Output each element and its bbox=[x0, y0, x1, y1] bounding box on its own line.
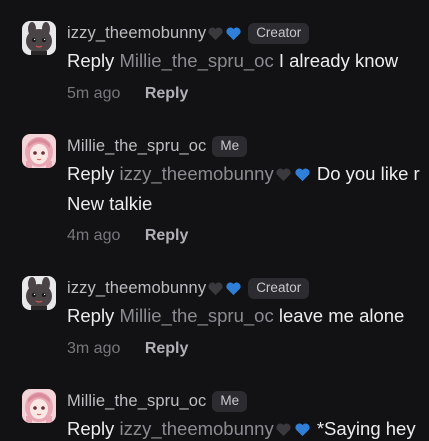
timestamp: 5m ago bbox=[67, 85, 121, 102]
comment-body: I already know bbox=[278, 50, 399, 71]
avatar[interactable] bbox=[22, 134, 56, 168]
mention-name: izzy_theemobunny bbox=[119, 163, 274, 184]
username[interactable]: izzy_theemobunny bbox=[67, 24, 206, 43]
timestamp: 4m ago bbox=[67, 227, 121, 244]
comment-body: leave me alone bbox=[278, 305, 405, 326]
comment-meta: 4m ago Reply bbox=[67, 225, 188, 247]
username[interactable]: izzy_theemobunny bbox=[67, 279, 206, 298]
me-badge: Me bbox=[212, 390, 248, 412]
timestamp: 3m ago bbox=[67, 340, 121, 357]
reply-label: Reply bbox=[67, 50, 115, 71]
comment-header: Millie_the_spru_oc Me bbox=[67, 134, 248, 158]
comment-text-line-2: New talkie bbox=[67, 193, 153, 214]
comment-text: Reply Millie_the_spru_oc leave me alone bbox=[67, 304, 404, 328]
blue-heart-icon bbox=[225, 281, 242, 296]
comment-meta: 5m ago Reply bbox=[67, 83, 188, 105]
username[interactable]: Millie_the_spru_oc bbox=[67, 137, 206, 156]
avatar[interactable] bbox=[22, 389, 56, 423]
blue-heart-icon bbox=[294, 167, 312, 183]
reply-button[interactable]: Reply bbox=[145, 85, 189, 102]
mention-link[interactable]: izzy_theemobunny bbox=[119, 163, 311, 184]
creator-badge: Creator bbox=[248, 22, 310, 44]
reply-button[interactable]: Reply bbox=[145, 227, 189, 244]
comment-meta: 3m ago Reply bbox=[67, 338, 188, 360]
mention-link[interactable]: Millie_the_spru_oc bbox=[119, 305, 273, 326]
avatar[interactable] bbox=[22, 276, 56, 310]
comment-text: Reply izzy_theemobunny Do you like r bbox=[67, 162, 420, 186]
comment-header: izzy_theemobunny Creator bbox=[67, 276, 310, 300]
creator-badge: Creator bbox=[248, 277, 310, 299]
black-heart-icon bbox=[207, 281, 224, 296]
comment-body: Do you like r bbox=[316, 163, 420, 184]
comment-header: Millie_the_spru_oc Me bbox=[67, 389, 248, 413]
black-heart-icon bbox=[207, 26, 224, 41]
reply-label: Reply bbox=[67, 305, 115, 326]
avatar[interactable] bbox=[22, 21, 56, 55]
blue-heart-icon bbox=[225, 26, 242, 41]
reply-button[interactable]: Reply bbox=[145, 340, 189, 357]
comment-text: Reply izzy_theemobunny *Saying hey bbox=[67, 417, 416, 441]
comment-header: izzy_theemobunny Creator bbox=[67, 21, 310, 45]
comment-text: Reply Millie_the_spru_oc I already know bbox=[67, 49, 398, 73]
black-heart-icon bbox=[275, 422, 293, 438]
me-badge: Me bbox=[212, 135, 248, 157]
reply-label: Reply bbox=[67, 163, 115, 184]
mention-link[interactable]: Millie_the_spru_oc bbox=[119, 50, 273, 71]
username[interactable]: Millie_the_spru_oc bbox=[67, 392, 206, 411]
black-heart-icon bbox=[275, 167, 293, 183]
blue-heart-icon bbox=[294, 422, 312, 438]
